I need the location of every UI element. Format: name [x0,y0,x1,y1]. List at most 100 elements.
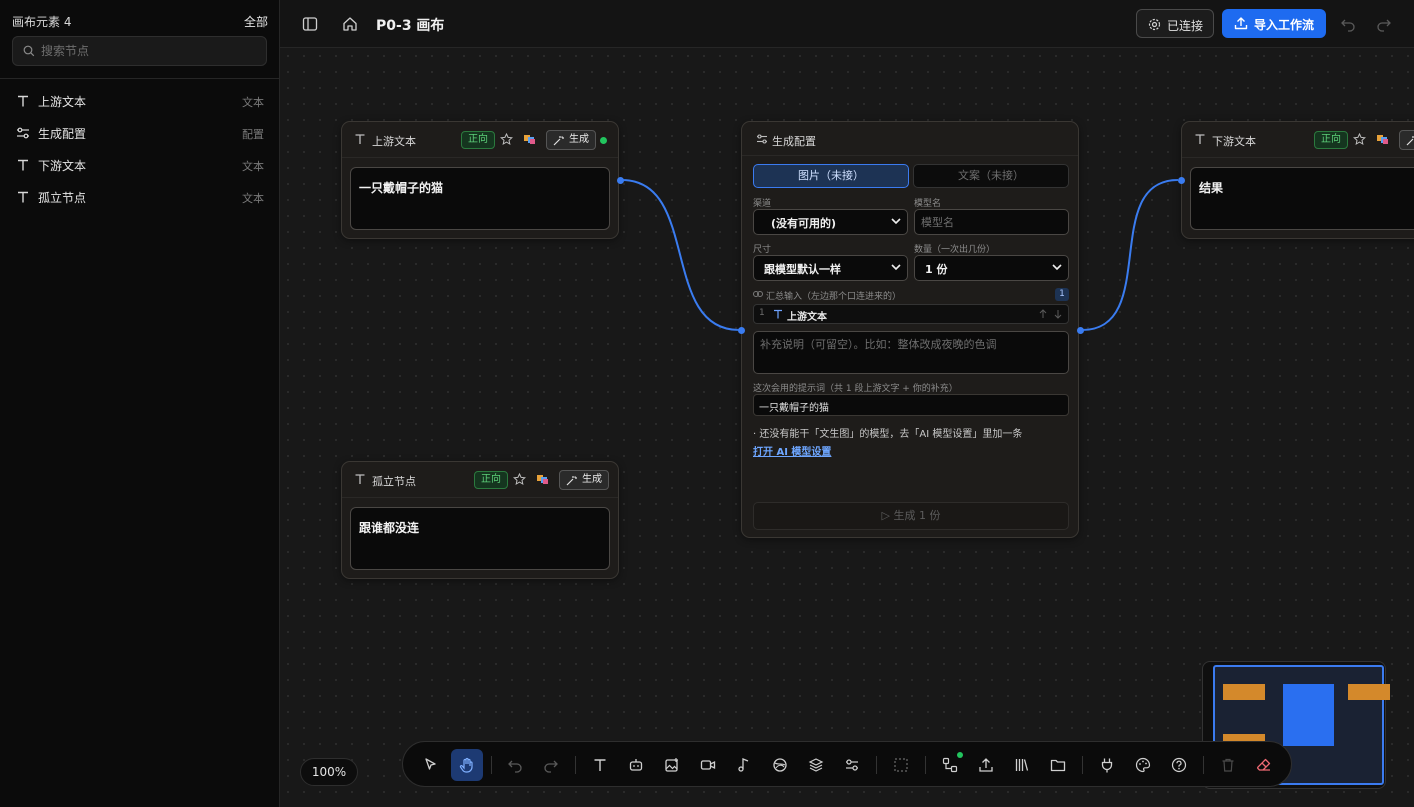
channel-select[interactable]: (没有可用的) [753,209,908,235]
tab-copy[interactable]: 文案（未接） [913,164,1069,188]
config-tool[interactable] [836,749,868,781]
sidebar-item-kind: 文本 [242,96,264,109]
output-port[interactable] [617,177,624,184]
library-tool[interactable] [1006,749,1038,781]
prompt-preview: 一只戴帽子的猫 [753,394,1069,416]
tab-image[interactable]: 图片（未接） [753,164,909,188]
redo-icon [543,757,559,773]
text-icon [773,309,783,319]
toggle-sidebar-button[interactable] [298,12,322,36]
add-3d-tool[interactable] [764,749,796,781]
size-label: 尺寸 [753,245,772,255]
output-port[interactable] [1077,327,1084,334]
export-tool[interactable] [970,749,1002,781]
node-content[interactable]: 跟谁都没连 [350,507,610,570]
node-upstream-text[interactable]: 上游文本 正向 生成 一只戴帽子的猫 [341,121,624,239]
redo-button[interactable] [1372,12,1396,36]
sidebar-title: 画布元素 4 [12,15,72,29]
clear-tool[interactable] [1248,749,1280,781]
undo-tool[interactable] [499,749,531,781]
sidebar-item-isolated-node[interactable]: 孤立节点 文本 [8,183,272,211]
node-gen-config[interactable]: 生成配置 图片（未接） 文案（未接） 渠道 (没有可用的) 模型名 尺寸 跟模型… [738,121,1084,538]
chevron-down-icon [1052,264,1062,271]
arrow-up-icon[interactable] [1039,309,1047,319]
add-text-tool[interactable] [584,749,616,781]
input-row-label: 上游文本 [787,312,827,323]
note-field[interactable] [753,331,1069,374]
input-port[interactable] [1178,177,1185,184]
sidebar-item-label: 上游文本 [38,95,87,109]
note-textarea[interactable] [760,336,1062,369]
star-icon[interactable] [1353,132,1366,149]
node-content[interactable]: 结果 [1190,167,1414,230]
sidebar-item-downstream-text[interactable]: 下游文本 文本 [8,151,272,179]
open-ai-settings-link[interactable]: 打开 AI 模型设置 [753,443,831,458]
node-title: 生成配置 [772,135,816,148]
minimap-node [1348,684,1390,700]
workflow-tool[interactable] [934,749,966,781]
direction-badge[interactable]: 正向 [461,131,495,149]
import-workflow-button[interactable]: 导入工作流 [1222,9,1326,38]
theme-tool[interactable] [1127,749,1159,781]
connection-button[interactable]: 已连接 [1136,9,1214,38]
palette-icon[interactable] [523,133,537,149]
generate-count-button[interactable]: ▷ 生成 1 份 [753,502,1069,530]
sliders-icon [756,133,768,145]
add-audio-tool[interactable] [728,749,760,781]
chevron-down-icon [891,218,901,225]
generate-button[interactable]: 生成 [546,130,596,150]
open-folder-tool[interactable] [1042,749,1074,781]
model-name-input[interactable] [921,214,1062,230]
search-input[interactable] [41,41,256,61]
node-isolated[interactable]: 孤立节点 正向 生成 跟谁都没连 [341,461,619,579]
sidebar-item-kind: 配置 [242,128,264,141]
size-value: 跟模型默认一样 [764,263,841,276]
filter-all-button[interactable]: 全部 [244,13,268,30]
palette-icon [1135,757,1151,773]
canvas[interactable]: 上游文本 正向 生成 一只戴帽子的猫 孤立节点 正向 生成 跟谁都没连 下游文本… [280,48,1414,807]
palette-icon[interactable] [1376,133,1390,149]
size-select[interactable]: 跟模型默认一样 [753,255,908,281]
help-tool[interactable] [1163,749,1195,781]
input-row-index: 1 [759,308,765,318]
generate-button[interactable]: 生成 [559,470,609,490]
edge-config-to-downstream[interactable] [1081,179,1179,331]
edge-upstream-to-config[interactable] [621,179,740,331]
add-bot-tool[interactable] [620,749,652,781]
node-content[interactable]: 一只戴帽子的猫 [350,167,610,230]
generate-button[interactable] [1399,130,1414,150]
hand-icon [459,757,475,773]
node-downstream-text[interactable]: 下游文本 正向 结果 [1178,121,1414,239]
eraser-icon [1256,757,1272,773]
redo-tool[interactable] [535,749,567,781]
chevron-down-icon [891,264,901,271]
input-port[interactable] [738,327,745,334]
import-workflow-label: 导入工作流 [1254,18,1315,32]
star-icon[interactable] [513,472,526,489]
hand-tool[interactable] [451,749,483,781]
add-video-tool[interactable] [692,749,724,781]
star-icon[interactable] [500,132,513,149]
status-dot [600,137,607,144]
direction-badge[interactable]: 正向 [1314,131,1348,149]
text-icon [1194,133,1206,145]
layers-tool[interactable] [800,749,832,781]
undo-button[interactable] [1336,12,1360,36]
prompt-label: 这次会用的提示词（共 1 段上游文字 + 你的补充） [753,384,958,394]
search-box[interactable] [12,36,267,66]
add-image-tool[interactable] [656,749,688,781]
home-button[interactable] [338,12,362,36]
sidebar-item-gen-config[interactable]: 生成配置 配置 [8,119,272,147]
delete-tool[interactable] [1212,749,1244,781]
count-select[interactable]: 1 份 [914,255,1069,281]
input-row[interactable]: 1 上游文本 [753,304,1069,324]
model-name-field[interactable] [914,209,1069,235]
plugin-tool[interactable] [1091,749,1123,781]
arrow-down-icon[interactable] [1054,309,1062,319]
direction-badge[interactable]: 正向 [474,471,508,489]
zoom-level[interactable]: 100% [300,758,358,786]
select-tool[interactable] [415,749,447,781]
sidebar-item-upstream-text[interactable]: 上游文本 文本 [8,87,272,115]
group-select-tool[interactable] [885,749,917,781]
palette-icon[interactable] [536,473,550,489]
